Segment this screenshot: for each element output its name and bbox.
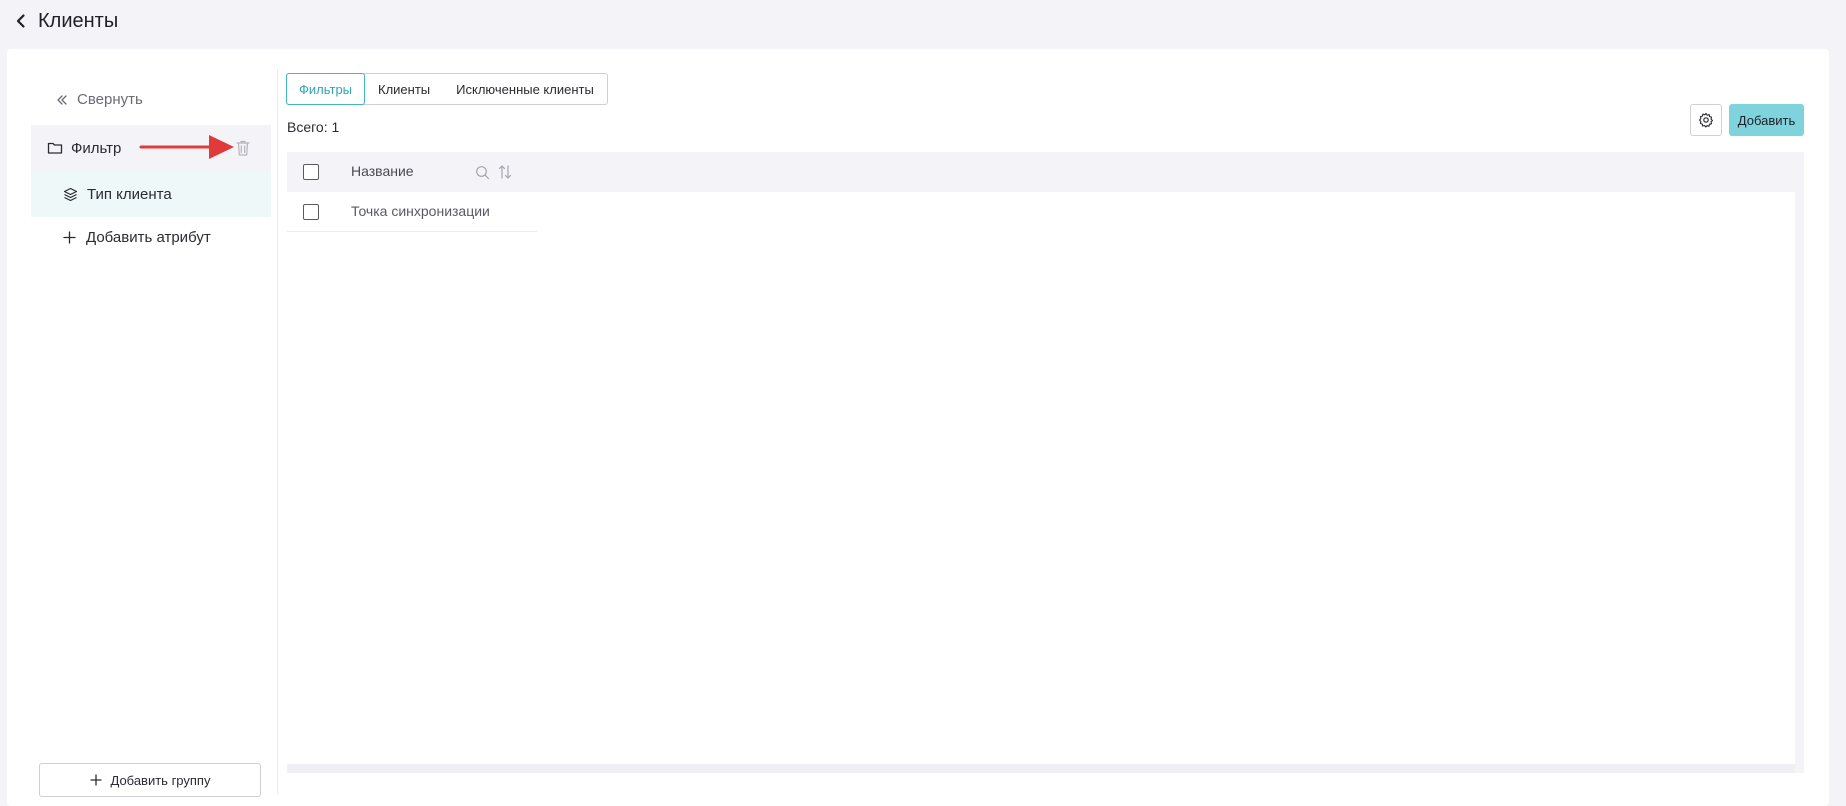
trash-icon[interactable] [235, 139, 251, 157]
add-attribute-label: Добавить атрибут [86, 229, 211, 246]
page-title: Клиенты [38, 9, 119, 32]
vertical-scrollbar[interactable] [1795, 192, 1804, 764]
table-header: Название [287, 152, 1804, 192]
table-row[interactable]: Точка синхронизации [287, 192, 537, 232]
attribute-label: Тип клиента [87, 185, 172, 203]
total-count: Всего: 1 [287, 119, 340, 135]
tab-filters[interactable]: Фильтры [286, 73, 366, 105]
gear-icon [1698, 112, 1714, 128]
plus-icon [89, 774, 102, 786]
plus-icon [63, 231, 76, 244]
table-body [287, 192, 1795, 764]
sidebar-group-filter[interactable]: Фильтр [31, 125, 271, 171]
collapse-button[interactable]: Свернуть [55, 91, 143, 108]
add-group-label: Добавить группу [110, 772, 211, 788]
column-header-name: Название [351, 163, 414, 179]
double-chevron-left-icon [57, 94, 67, 105]
row-name-cell: Точка синхронизации [351, 203, 490, 219]
settings-button[interactable] [1690, 104, 1722, 136]
search-icon[interactable] [475, 165, 490, 180]
collapse-label: Свернуть [77, 91, 143, 108]
content-card: Свернуть Фильтр Тип клиента Добавить атр… [7, 49, 1829, 806]
sidebar-attribute-client-type[interactable]: Тип клиента [31, 171, 271, 217]
red-arrow-annotation [139, 135, 234, 159]
filters-table: Название Точка синхронизации [287, 152, 1804, 773]
page-header: Клиенты [0, 0, 1846, 42]
add-attribute-button[interactable]: Добавить атрибут [63, 229, 211, 246]
chevron-left-icon [16, 14, 25, 28]
tab-clients[interactable]: Клиенты [365, 73, 443, 105]
tab-bar: Фильтры Клиенты Исключенные клиенты [286, 73, 608, 105]
select-all-checkbox[interactable] [303, 164, 319, 180]
sidebar-group-label: Фильтр [71, 139, 122, 157]
folder-icon [47, 142, 63, 154]
back-button[interactable] [12, 12, 30, 30]
row-checkbox[interactable] [303, 204, 319, 220]
add-group-button[interactable]: Добавить группу [39, 763, 261, 797]
tab-excluded-clients[interactable]: Исключенные клиенты [443, 73, 607, 105]
add-button[interactable]: Добавить [1729, 104, 1804, 136]
sidebar: Свернуть Фильтр Тип клиента Добавить атр… [31, 69, 278, 797]
layers-icon [63, 187, 78, 201]
sort-icon[interactable] [498, 164, 512, 180]
horizontal-scrollbar[interactable] [287, 764, 1795, 773]
